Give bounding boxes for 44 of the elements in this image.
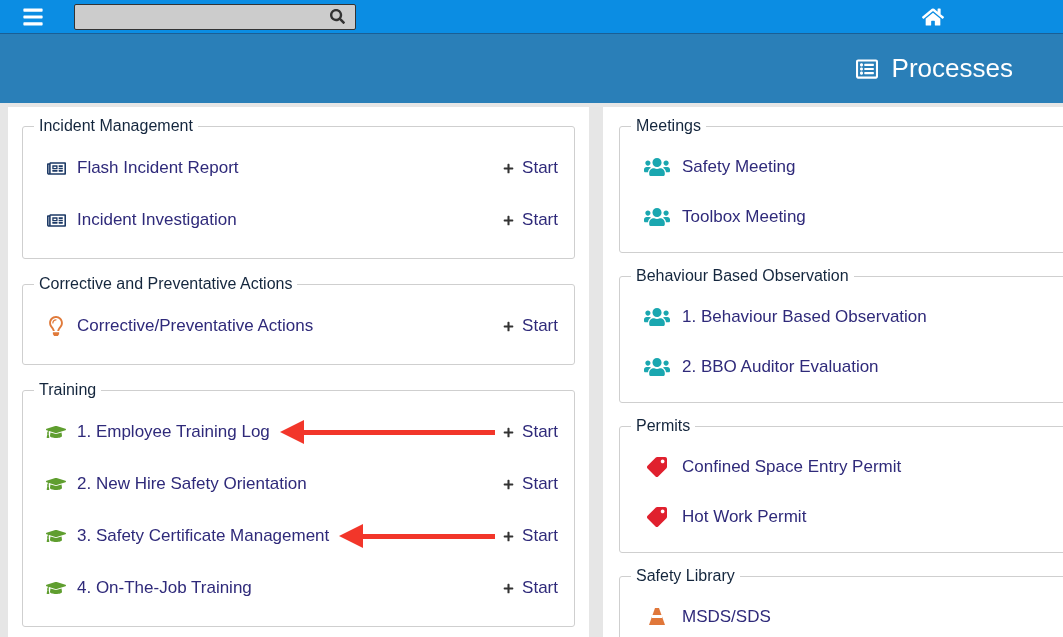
document-icon <box>855 57 878 80</box>
process-link[interactable]: Flash Incident Report <box>77 155 239 181</box>
plus-icon <box>503 478 515 490</box>
plus-icon <box>503 426 515 438</box>
home-button[interactable] <box>922 5 944 28</box>
process-link[interactable]: Safety Meeting <box>682 154 796 180</box>
process-link[interactable]: Incident Investigation <box>77 207 237 233</box>
lightbulb-icon <box>46 316 66 336</box>
tag-icon <box>647 507 667 527</box>
start-button[interactable]: Start <box>503 419 558 445</box>
section-title: Incident Management <box>38 116 194 136</box>
page-title: Processes <box>891 52 1013 85</box>
process-link[interactable]: Toolbox Meeting <box>682 204 806 230</box>
traffic-cone-icon <box>648 607 666 627</box>
process-link[interactable]: Confined Space Entry Permit <box>682 454 902 480</box>
start-button[interactable]: Start <box>503 155 558 181</box>
plus-icon <box>503 320 515 332</box>
start-button[interactable]: Start <box>503 575 558 601</box>
process-link[interactable]: 2. BBO Auditor Evaluation <box>682 354 879 380</box>
process-link[interactable]: MSDS/SDS <box>682 604 771 630</box>
start-button[interactable]: Start <box>503 523 558 549</box>
search-field[interactable] <box>74 3 356 30</box>
process-link[interactable]: Hot Work Permit <box>682 504 807 530</box>
section-title: Corrective and Preventative Actions <box>38 274 294 294</box>
process-link[interactable]: 3. Safety Certificate Management <box>77 523 330 549</box>
plus-icon <box>503 162 515 174</box>
process-link[interactable]: 1. Employee Training Log <box>77 419 270 445</box>
section-title: Training <box>38 380 98 400</box>
start-button[interactable]: Start <box>503 207 558 233</box>
process-link[interactable]: 1. Behaviour Based Observation <box>682 304 927 330</box>
section-title: Permits <box>635 416 692 436</box>
process-link[interactable]: Corrective/Preventative Actions <box>77 313 314 339</box>
start-button[interactable]: Start <box>503 313 558 339</box>
section-title: Behaviour Based Observation <box>635 266 850 286</box>
plus-icon <box>503 214 515 226</box>
process-link[interactable]: 2. New Hire Safety Orientation <box>77 471 307 497</box>
start-button[interactable]: Start <box>503 471 558 497</box>
search-icon[interactable] <box>330 9 345 24</box>
section-title: Meetings <box>635 116 702 136</box>
tag-icon <box>647 457 667 477</box>
plus-icon <box>503 530 515 542</box>
process-link[interactable]: 4. On-The-Job Training <box>77 575 252 601</box>
plus-icon <box>503 582 515 594</box>
section-title: Safety Library <box>635 566 736 586</box>
